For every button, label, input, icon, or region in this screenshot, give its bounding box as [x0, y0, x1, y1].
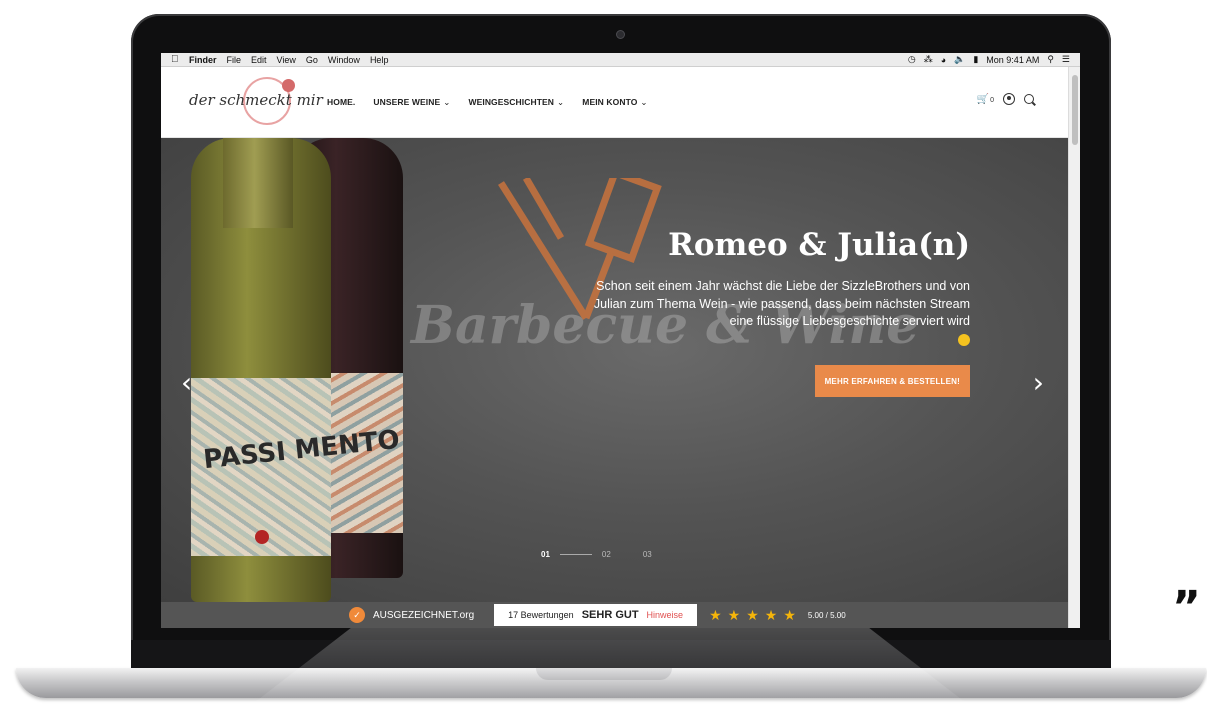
search-icon[interactable]	[1024, 94, 1034, 104]
nav-mein-konto-label: MEIN KONTO	[582, 97, 638, 107]
slider-pagination: 01 02 03	[541, 550, 652, 559]
time-machine-icon[interactable]: ◷	[908, 54, 916, 65]
nav-unsere-weine[interactable]: UNSERE WEINE ⌄	[373, 97, 450, 108]
nav-unsere-weine-label: UNSERE WEINE	[373, 97, 441, 107]
slide-dot-2[interactable]: 02	[602, 550, 611, 559]
site-logo[interactable]: der schmeckt mir	[189, 91, 323, 109]
hero-description-text: Schon seit einem Jahr wächst die Liebe d…	[593, 279, 970, 328]
rating-widget-bar: ✓ AUSGEZEICHNET.org 17 Bewertungen SEHR …	[161, 602, 1068, 628]
site-header: der schmeckt mir HOME. UNSERE WEINE ⌄ WEI…	[161, 67, 1068, 138]
checkmark-badge-icon: ✓	[349, 607, 365, 623]
apple-icon[interactable]: 	[171, 54, 183, 65]
nav-weingeschichten[interactable]: WEINGESCHICHTEN ⌄	[468, 97, 564, 108]
volume-icon[interactable]: 🔈	[954, 54, 965, 65]
laptop-screen:  Finder File Edit View Go Window Help ◷…	[161, 53, 1080, 628]
slider-prev-arrow-icon[interactable]: ‹	[181, 366, 192, 399]
nav-home[interactable]: HOME.	[327, 97, 355, 108]
cart-count: 0	[990, 96, 994, 104]
menu-help[interactable]: Help	[370, 55, 389, 65]
menu-window[interactable]: Window	[328, 55, 360, 65]
slide-dot-3[interactable]: 03	[643, 550, 652, 559]
nav-home-label: HOME.	[327, 97, 356, 107]
spotlight-icon[interactable]: ⚲	[1047, 54, 1054, 65]
slider-next-arrow-icon[interactable]: ›	[1033, 366, 1044, 399]
chevron-down-icon: ⌄	[640, 97, 648, 107]
hero-description: Schon seit einem Jahr wächst die Liebe d…	[590, 278, 970, 348]
star-icon: ★	[783, 606, 796, 623]
menu-go[interactable]: Go	[306, 55, 318, 65]
quote-mark: ”	[1172, 582, 1201, 633]
macos-menu-bar:  Finder File Edit View Go Window Help ◷…	[161, 53, 1080, 67]
menu-file[interactable]: File	[227, 55, 242, 65]
bluetooth-icon[interactable]: ⁂	[924, 54, 933, 65]
chevron-down-icon: ⌄	[443, 97, 451, 107]
menu-clock[interactable]: Mon 9:41 AM	[986, 55, 1039, 65]
cta-button[interactable]: MEHR ERFAHREN & BESTELLEN!	[814, 365, 970, 397]
nav-weingeschichten-label: WEINGESCHICHTEN	[468, 97, 555, 107]
webcam	[616, 30, 625, 39]
hero-title: Romeo & Julia(n)	[668, 227, 970, 263]
menu-view[interactable]: View	[277, 55, 296, 65]
screen-reflection	[250, 628, 970, 706]
wifi-icon[interactable]: ◕	[941, 55, 946, 65]
rating-verdict: SEHR GUT	[581, 609, 639, 621]
header-icons: 🛒0	[977, 93, 1034, 105]
menu-status-area: ◷ ⁂ ◕ 🔈 ▮ Mon 9:41 AM ⚲ ☰	[908, 54, 1080, 65]
rating-summary-box: 17 Bewertungen SEHR GUT Hinweise	[494, 604, 698, 626]
wax-seal	[255, 530, 269, 544]
slide-progress-line	[559, 554, 592, 555]
cart-icon: 🛒	[976, 93, 990, 105]
rating-score: 5.00 / 5.00	[807, 610, 846, 620]
notification-center-icon[interactable]: ☰	[1062, 54, 1070, 65]
white-wine-neck	[223, 138, 293, 228]
rating-provider[interactable]: AUSGEZEICHNET.org	[373, 610, 474, 621]
hero-slider: Barbecue & Wine PASSI MENTO Romeo & Juli…	[161, 138, 1068, 602]
chevron-down-icon: ⌄	[557, 97, 565, 107]
main-nav: HOME. UNSERE WEINE ⌄ WEINGESCHICHTEN ⌄ MEI…	[327, 97, 648, 108]
star-icon: ★	[709, 606, 722, 623]
scrollbar-thumb[interactable]	[1072, 75, 1078, 145]
menu-finder[interactable]: Finder	[189, 55, 217, 65]
hinweise-link[interactable]: Hinweise	[647, 610, 684, 620]
account-icon[interactable]	[1003, 93, 1015, 105]
star-icon: ★	[727, 606, 741, 623]
star-icon: ★	[764, 606, 778, 623]
wink-emoji-icon	[958, 334, 970, 347]
cart-button[interactable]: 🛒0	[977, 94, 994, 105]
menu-edit[interactable]: Edit	[251, 55, 267, 65]
nav-mein-konto[interactable]: MEIN KONTO ⌄	[582, 97, 647, 108]
star-rating: ★ ★ ★ ★ ★	[709, 607, 796, 624]
battery-icon[interactable]: ▮	[973, 54, 978, 65]
slide-dot-1[interactable]: 01	[541, 550, 550, 559]
review-count[interactable]: 17 Bewertungen	[508, 610, 574, 620]
page-scrollbar[interactable]	[1068, 67, 1080, 628]
star-icon: ★	[746, 606, 759, 623]
